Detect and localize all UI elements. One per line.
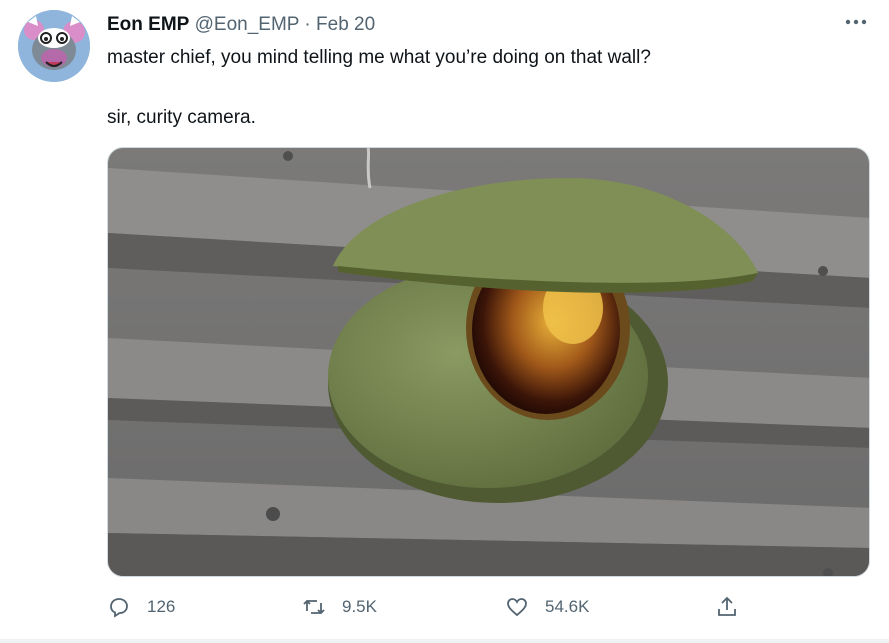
- reply-button[interactable]: 126: [107, 593, 175, 621]
- more-horizontal-icon: [845, 19, 867, 25]
- tweet-actions: 126 9.5K 54.6K: [107, 593, 747, 621]
- heart-icon: [507, 598, 527, 617]
- like-count: 54.6K: [545, 597, 590, 616]
- reply-icon: [110, 598, 128, 618]
- tweet-header: Eon EMP @Eon_EMP · Feb 20: [107, 13, 375, 37]
- display-name[interactable]: Eon EMP: [107, 14, 189, 35]
- security-camera-photo: [108, 148, 869, 576]
- tweet-media-image[interactable]: [107, 147, 870, 577]
- handle[interactable]: @Eon_EMP: [195, 14, 300, 35]
- tweet-text-line-2: sir, curity camera.: [107, 107, 256, 128]
- tweet-divider: [0, 639, 889, 643]
- retweet-count: 9.5K: [342, 597, 377, 616]
- tweet-date[interactable]: Feb 20: [316, 14, 375, 35]
- cow-avatar-icon: [18, 10, 90, 82]
- tweet-text-line-1: master chief, you mind telling me what y…: [107, 47, 651, 68]
- share-icon: [718, 596, 736, 616]
- retweet-button[interactable]: 9.5K: [302, 593, 377, 621]
- share-button[interactable]: [715, 593, 739, 621]
- separator: ·: [304, 14, 311, 35]
- more-options-button[interactable]: [841, 10, 871, 34]
- retweet-icon: [303, 599, 325, 615]
- like-button[interactable]: 54.6K: [505, 593, 589, 621]
- reply-count: 126: [147, 597, 176, 616]
- avatar[interactable]: [18, 10, 90, 82]
